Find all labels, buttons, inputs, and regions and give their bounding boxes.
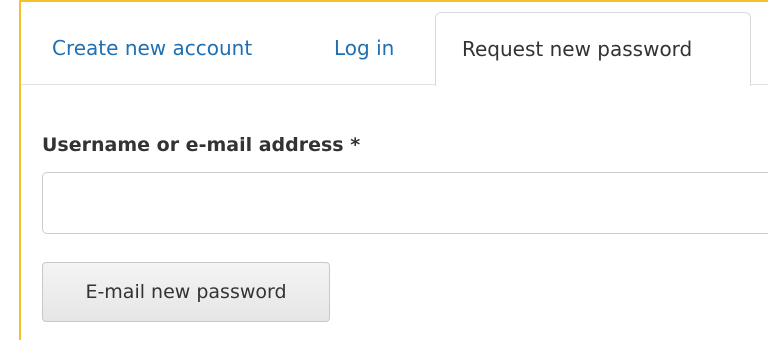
username-input[interactable]: [42, 172, 768, 234]
tab-create-new-account[interactable]: Create new account: [52, 12, 252, 84]
username-label: Username or e-mail address *: [42, 134, 361, 156]
tab-log-in[interactable]: Log in: [334, 12, 394, 84]
tab-request-new-password[interactable]: Request new password: [435, 12, 751, 86]
email-new-password-button[interactable]: E-mail new password: [42, 262, 330, 322]
login-frame: Create new account Log in Request new pa…: [19, 0, 768, 340]
